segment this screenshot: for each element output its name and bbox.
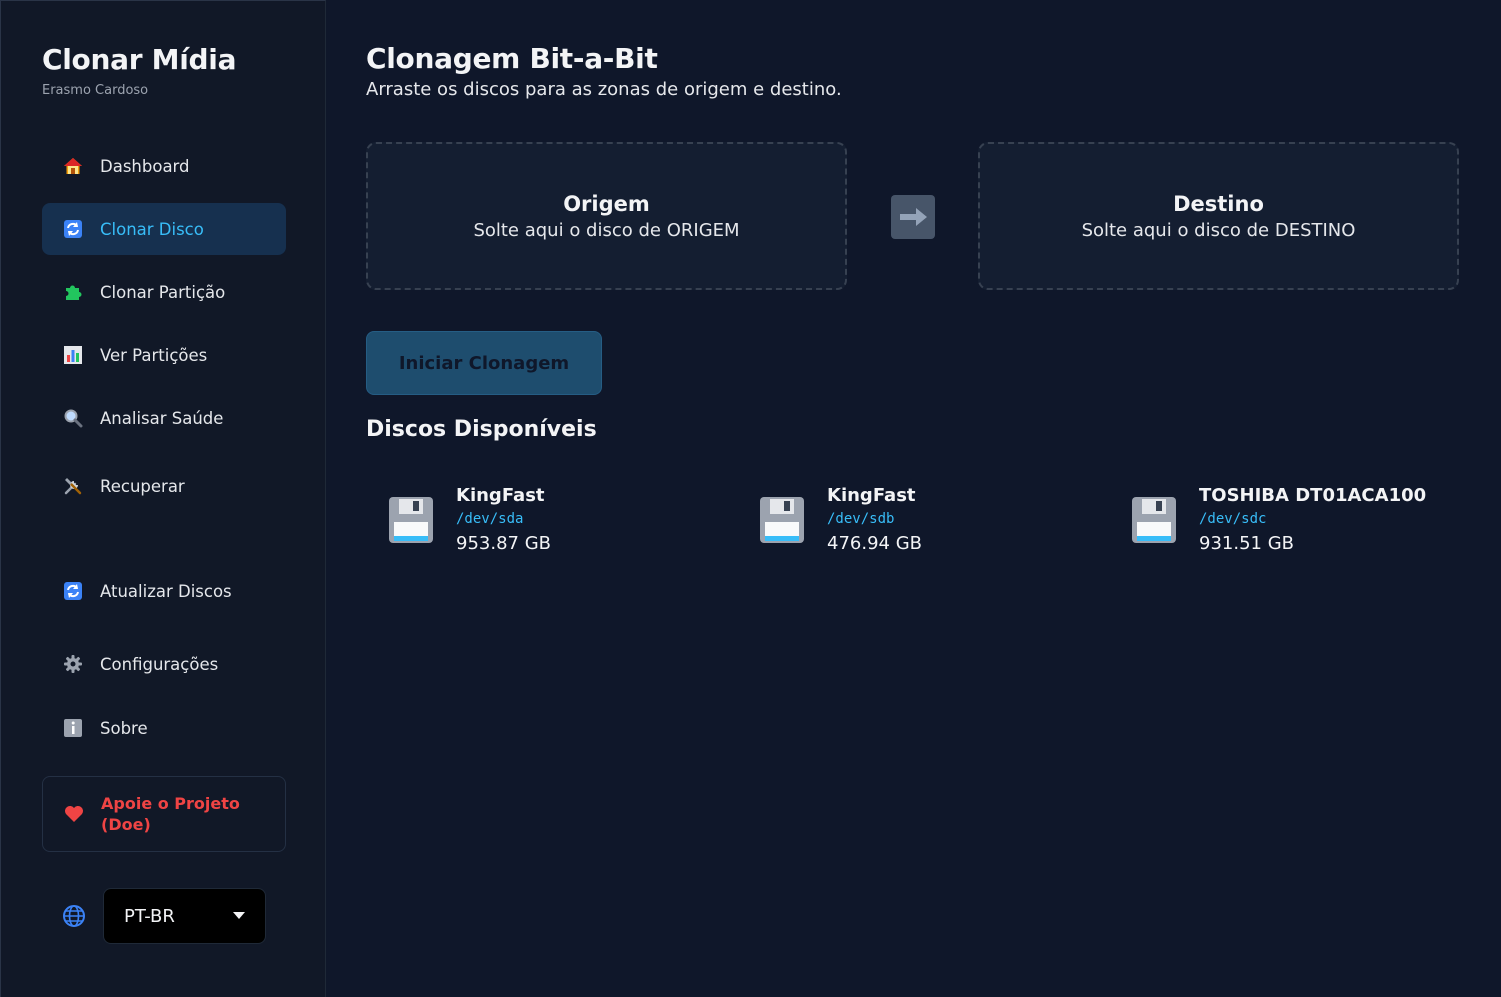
app-title: Clonar Mídia: [42, 43, 237, 76]
sidebar-item-label: Clonar Disco: [100, 219, 204, 239]
sidebar-item-refresh-disks[interactable]: Atualizar Discos: [42, 565, 286, 617]
source-dropzone[interactable]: Origem Solte aqui o disco de ORIGEM: [366, 142, 847, 290]
disk-path: /dev/sda: [456, 511, 524, 527]
sidebar-item-settings[interactable]: Configurações: [42, 638, 286, 690]
start-clone-button[interactable]: Iniciar Clonagem: [366, 331, 602, 395]
sidebar-item-recover[interactable]: Recuperar: [42, 460, 286, 512]
floppy-disk-icon: [388, 496, 434, 544]
target-title: Destino: [1173, 191, 1264, 216]
sidebar-item-label: Clonar Partição: [100, 282, 226, 302]
target-hint: Solte aqui o disco de DESTINO: [1081, 219, 1356, 241]
disk-card[interactable]: KingFast /dev/sda 953.87 GB: [366, 480, 696, 570]
heart-icon: [63, 803, 85, 825]
globe-icon: [62, 904, 86, 928]
disk-size: 476.94 GB: [827, 533, 923, 554]
sidebar-item-label: Configurações: [100, 654, 219, 674]
donate-button[interactable]: Apoie o Projeto (Doe): [42, 776, 286, 852]
sidebar-item-view-partitions[interactable]: Ver Partições: [42, 329, 286, 381]
sidebar-item-clone-partition[interactable]: Clonar Partição: [42, 266, 286, 318]
sidebar: Clonar Mídia Erasmo Cardoso Dashboard Cl…: [0, 0, 326, 997]
sidebar-item-label: Recuperar: [100, 476, 185, 496]
sidebar-item-label: Ver Partições: [100, 345, 208, 365]
target-dropzone[interactable]: Destino Solte aqui o disco de DESTINO: [978, 142, 1459, 290]
sidebar-item-dashboard[interactable]: Dashboard: [42, 140, 286, 192]
disks-section-title: Discos Disponíveis: [366, 417, 597, 442]
language-value: PT-BR: [124, 905, 175, 927]
disk-path: /dev/sdc: [1199, 511, 1267, 527]
disk-size: 953.87 GB: [456, 533, 552, 554]
chevron-down-icon: [233, 912, 245, 919]
sidebar-item-label: Dashboard: [100, 156, 190, 176]
disk-size: 931.51 GB: [1199, 533, 1295, 554]
sidebar-item-label: Atualizar Discos: [100, 581, 232, 601]
puzzle-icon: [62, 281, 84, 303]
disk-name: KingFast: [827, 485, 916, 506]
disk-name: KingFast: [456, 485, 545, 506]
disk-card[interactable]: TOSHIBA DT01ACA100 /dev/sdc 931.51 GB: [1109, 480, 1439, 570]
sidebar-item-clone-disk[interactable]: Clonar Disco: [42, 203, 286, 255]
donate-label: Apoie o Projeto (Doe): [101, 794, 240, 834]
info-icon: [62, 717, 84, 739]
floppy-disk-icon: [759, 496, 805, 544]
house-icon: [62, 155, 84, 177]
page-subtitle: Arraste os discos para as zonas de orige…: [366, 79, 842, 100]
sidebar-item-analyze-health[interactable]: Analisar Saúde: [42, 392, 286, 444]
magnifier-icon: [62, 407, 84, 429]
disk-path: /dev/sdb: [827, 511, 895, 527]
language-select[interactable]: PT-BR: [103, 888, 266, 944]
sidebar-item-about[interactable]: Sobre: [42, 702, 286, 754]
tools-icon: [62, 475, 84, 497]
bar-chart-icon: [62, 344, 84, 366]
source-hint: Solte aqui o disco de ORIGEM: [473, 219, 740, 241]
gear-icon: [62, 653, 84, 675]
sidebar-item-label: Sobre: [100, 718, 148, 738]
arrow-right-icon: [891, 195, 935, 239]
app-author: Erasmo Cardoso: [42, 83, 149, 98]
floppy-disk-icon: [1131, 496, 1177, 544]
source-title: Origem: [563, 191, 650, 216]
disk-card[interactable]: KingFast /dev/sdb 476.94 GB: [737, 480, 1067, 570]
refresh-icon: [62, 580, 84, 602]
refresh-icon: [62, 218, 84, 240]
page-title: Clonagem Bit-a-Bit: [366, 42, 658, 75]
disk-name: TOSHIBA DT01ACA100: [1199, 485, 1427, 506]
sidebar-item-label: Analisar Saúde: [100, 408, 224, 428]
